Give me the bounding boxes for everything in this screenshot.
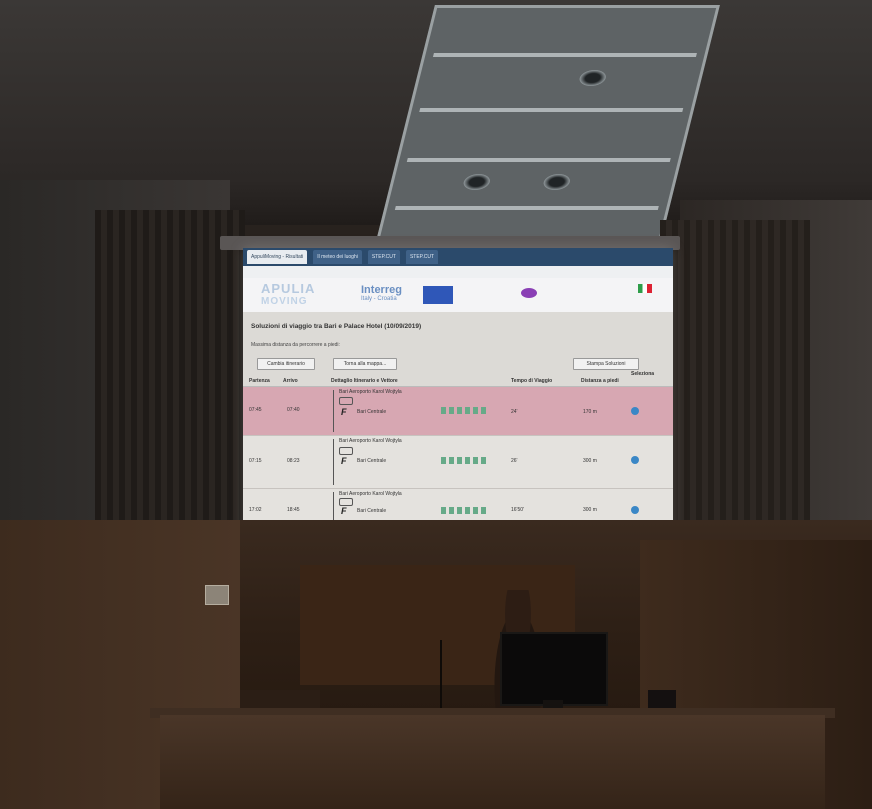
site-banner: APULIA MOVING Interreg Italy - Croatia	[243, 278, 673, 312]
travel-time: 26'	[511, 458, 518, 464]
bus-icon	[339, 498, 353, 506]
browser-tab[interactable]: AppuliMoving - Risultati	[247, 250, 308, 264]
interreg-title: Interreg	[361, 284, 402, 296]
departure-time: 07:15	[249, 458, 262, 464]
interreg-sub: Italy - Croatia	[361, 296, 397, 302]
bus-icon	[339, 397, 353, 405]
logo-top: APULIA	[261, 281, 316, 296]
route-stop: Bari Aeroporto Karol Wojtyla	[339, 438, 402, 444]
route-stop: Bari Aeroporto Karol Wojtyla	[339, 491, 402, 497]
filter-label: Massima distanza da percorrere a piedi:	[251, 342, 340, 348]
col-distanza: Distanza a piedi	[581, 378, 619, 384]
route-line	[333, 439, 334, 485]
podium-desk	[160, 715, 825, 809]
italy-flag-icon[interactable]	[638, 284, 652, 293]
route-stop: Bari Centrale	[357, 409, 387, 415]
torna-mappa-button[interactable]: Torna alla mappa...	[333, 358, 397, 370]
walking-distance: 300 m	[583, 458, 597, 464]
select-radio-icon[interactable]	[631, 506, 639, 514]
projection-screen: AppuliMoving - Risultati Il meteo dei lu…	[243, 248, 673, 550]
browser-tab[interactable]: STEP.CUT	[367, 250, 400, 264]
page-title: Soluzioni di viaggio tra Bari e Palace H…	[251, 323, 422, 330]
light-slat	[406, 158, 671, 162]
route-stop: Bari Centrale	[357, 508, 387, 514]
light-slat	[432, 53, 697, 57]
table-header: Partenza Arrivo Dettaglio Itinerario e V…	[243, 371, 673, 387]
select-radio-icon[interactable]	[631, 407, 639, 415]
walking-distance: 170 m	[583, 409, 597, 415]
arrival-time: 08:23	[287, 458, 300, 464]
col-dettaglio: Dettaglio Itinerario e Vettore	[331, 378, 398, 384]
service-icons	[441, 407, 487, 414]
apulia-moving-logo: APULIA MOVING	[261, 281, 351, 309]
service-icons	[441, 457, 487, 464]
light-slat	[419, 108, 684, 112]
eu-flag-icon	[423, 286, 453, 304]
table-row[interactable]: 07:15 08:23 Bari Aeroporto Karol Wojtyla…	[243, 436, 673, 489]
bus-icon	[339, 447, 353, 455]
right-curtain	[660, 220, 810, 540]
browser-tab-bar: AppuliMoving - Risultati Il meteo dei lu…	[243, 248, 673, 266]
route-stop: Bari Centrale	[357, 458, 387, 464]
ceiling-light-panel	[375, 5, 720, 245]
wall-socket	[205, 585, 229, 605]
route-stop: Bari Aeroporto Karol Wojtyla	[339, 389, 402, 395]
col-arrivo[interactable]: Arrivo	[283, 378, 298, 384]
browser-tab[interactable]: STEP.CUT	[405, 250, 439, 264]
travel-time: 24'	[511, 409, 518, 415]
train-icon: F	[341, 506, 347, 516]
arrival-time: 18:45	[287, 507, 300, 513]
select-radio-icon[interactable]	[631, 456, 639, 464]
address-bar[interactable]	[243, 266, 673, 278]
conference-room-scene: AppuliMoving - Risultati Il meteo dei lu…	[0, 0, 872, 809]
arrival-time: 07:40	[287, 407, 300, 413]
logo-bottom: MOVING	[261, 296, 308, 307]
service-icons	[441, 507, 487, 514]
route-line	[333, 390, 334, 432]
walking-distance: 300 m	[583, 507, 597, 513]
browser-tab[interactable]: Il meteo dei luoghi	[313, 250, 362, 264]
brand-icon	[521, 288, 537, 298]
ceiling-lamp-icon	[461, 174, 492, 190]
train-icon: F	[341, 407, 347, 417]
laptop-monitor	[500, 632, 608, 706]
left-curtain	[95, 210, 245, 550]
departure-time: 17:02	[249, 507, 262, 513]
light-slat	[394, 206, 659, 210]
stampa-soluzioni-button[interactable]: Stampa Soluzioni	[573, 358, 639, 370]
ceiling-lamp-icon	[577, 70, 608, 86]
table-row[interactable]: 07:45 07:40 Bari Aeroporto Karol Wojtyla…	[243, 387, 673, 436]
cambia-itinerario-button[interactable]: Cambia itinerario	[257, 358, 315, 370]
departure-time: 07:45	[249, 407, 262, 413]
interreg-logo: Interreg Italy - Croatia	[361, 284, 402, 302]
col-partenza[interactable]: Partenza	[249, 378, 270, 384]
travel-time: 16'50'	[511, 507, 525, 513]
ceiling-lamp-icon	[541, 174, 572, 190]
col-selezione: Seleziona	[631, 371, 655, 377]
col-tempo: Tempo di Viaggio	[511, 378, 553, 384]
train-icon: F	[341, 456, 347, 466]
